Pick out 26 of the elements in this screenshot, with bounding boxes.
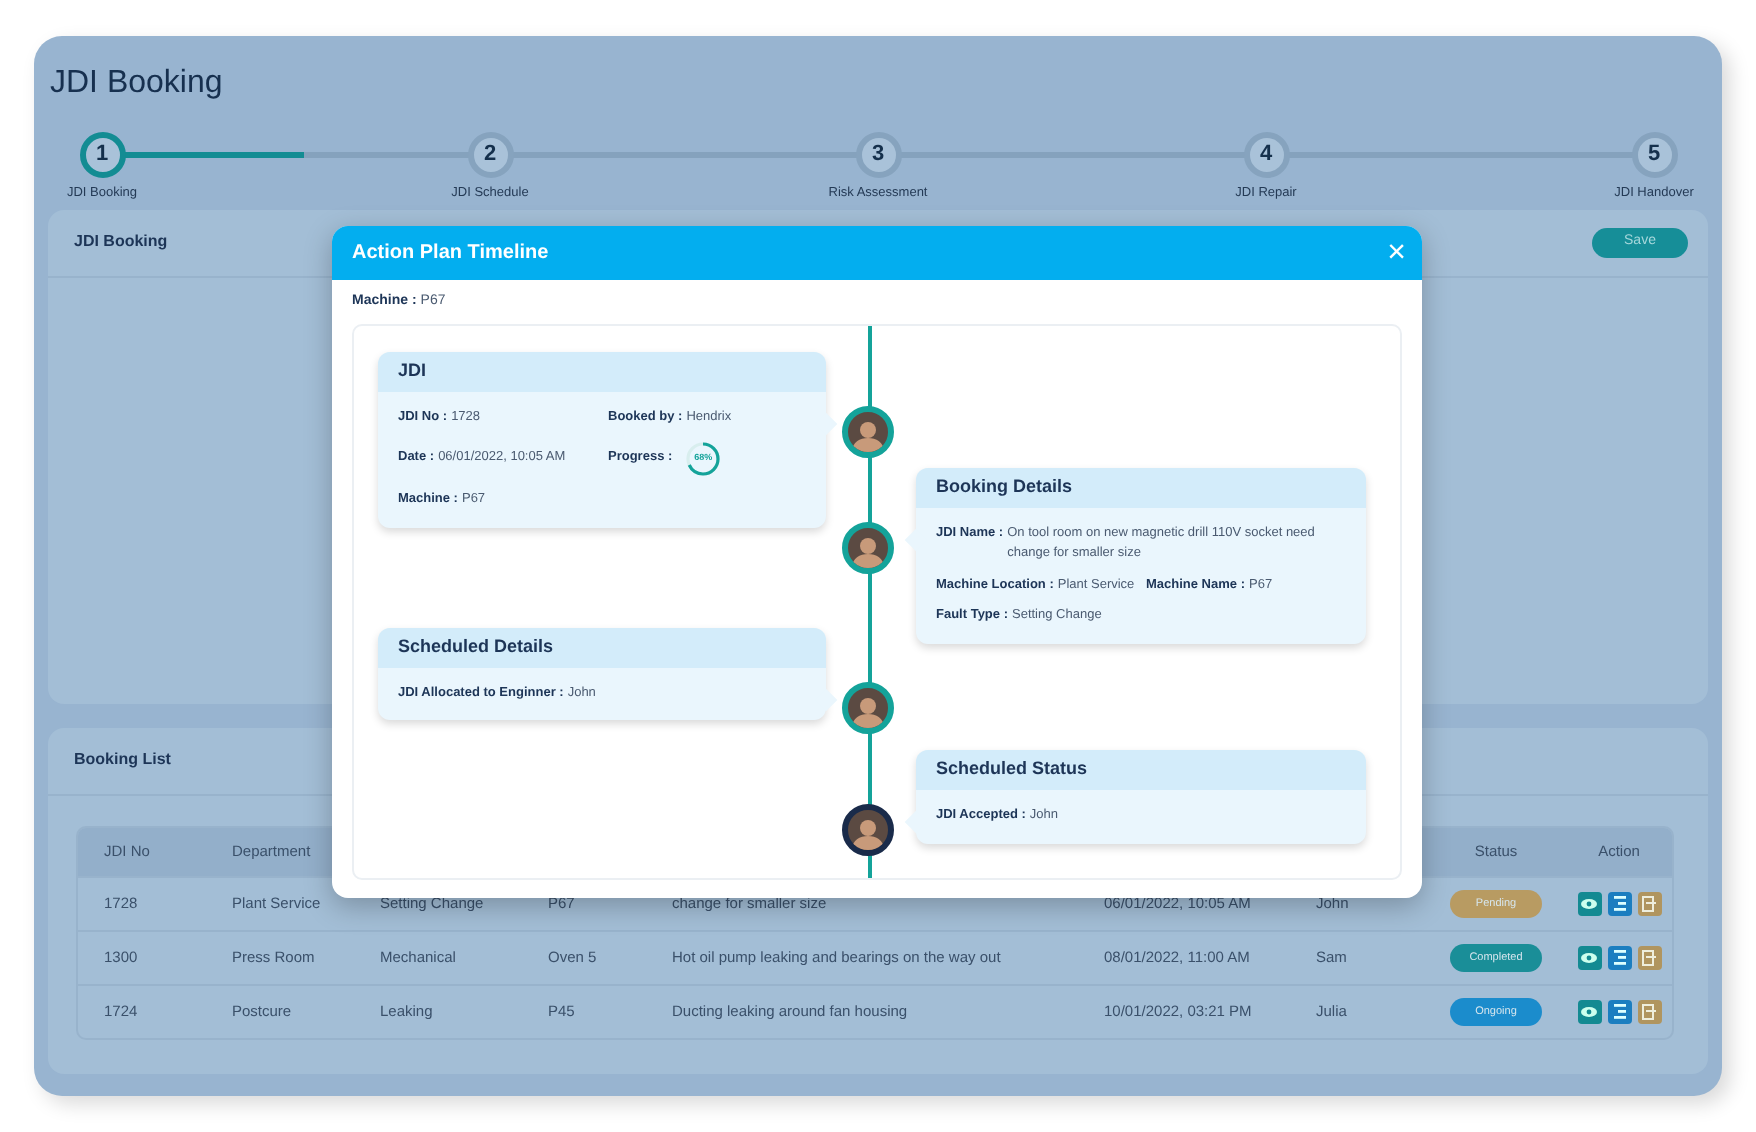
view-button[interactable]	[1577, 945, 1601, 970]
panel-title: JDI Booking	[74, 230, 168, 255]
document-icon	[1642, 949, 1656, 966]
card-title: Scheduled Status	[936, 756, 1088, 783]
card-title: JDI	[398, 358, 427, 385]
card-title: Booking Details	[936, 474, 1073, 501]
list-icon	[1613, 895, 1625, 912]
eye-icon	[1580, 897, 1598, 910]
modal-title: Action Plan Timeline	[352, 240, 549, 268]
document-button[interactable]	[1637, 999, 1661, 1024]
list-icon	[1613, 949, 1625, 966]
view-button[interactable]	[1577, 891, 1601, 916]
list-button[interactable]	[1607, 891, 1631, 916]
document-icon	[1642, 895, 1656, 912]
list-icon	[1613, 1003, 1625, 1020]
eye-icon	[1580, 951, 1598, 964]
list-button[interactable]	[1607, 999, 1631, 1024]
document-icon	[1642, 1003, 1656, 1020]
page-title: JDI Booking	[48, 64, 223, 104]
document-button[interactable]	[1637, 891, 1661, 916]
eye-icon	[1580, 1005, 1598, 1018]
document-button[interactable]	[1637, 945, 1661, 970]
card-title: Scheduled Details	[398, 633, 554, 660]
view-button[interactable]	[1577, 999, 1601, 1024]
list-button[interactable]	[1607, 945, 1631, 970]
panel-title: Booking List	[74, 748, 171, 773]
